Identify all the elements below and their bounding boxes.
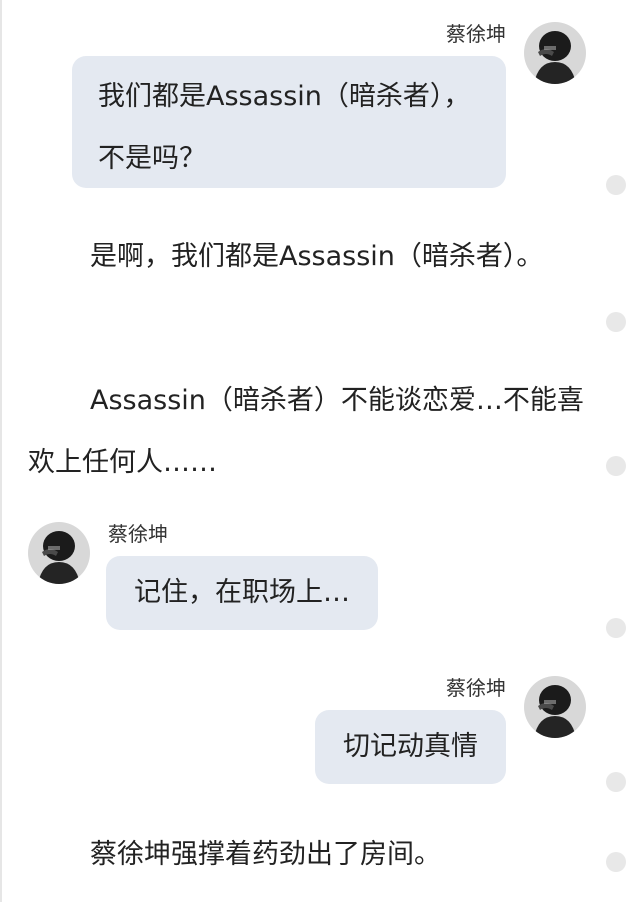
narration-block: 蔡徐坤强撑着药劲出了房间。 [28,824,588,886]
dark-portrait-icon [524,676,586,738]
avatar[interactable] [524,22,586,84]
sender-name: 蔡徐坤 [108,522,168,546]
sender-name: 蔡徐坤 [446,676,506,700]
side-marker-dot[interactable] [606,456,626,476]
side-marker-dot[interactable] [606,312,626,332]
avatar[interactable] [28,522,90,584]
narration-text: 蔡徐坤强撑着药劲出了房间。 [90,839,441,870]
chat-story-screen: 蔡徐坤 我们都是Assassin（暗杀者），不是吗？ 是啊，我们都是Assass… [0,0,640,902]
side-marker-dot[interactable] [606,175,626,195]
left-divider [0,0,2,902]
message-bubble: 我们都是Assassin（暗杀者），不是吗？ [72,56,506,188]
dark-portrait-icon [28,522,90,584]
side-marker-dot[interactable] [606,618,626,638]
message-text: 我们都是Assassin（暗杀者），不是吗？ [98,81,471,174]
side-marker-dot[interactable] [606,852,626,872]
dark-portrait-icon [524,22,586,84]
sender-name: 蔡徐坤 [446,22,506,46]
message-text: 切记动真情 [343,731,478,762]
side-marker-dot[interactable] [606,772,626,792]
avatar[interactable] [524,676,586,738]
narration-text: Assassin（暗杀者）不能谈恋爱…不能喜欢上任何人…… [28,385,584,478]
narration-block: Assassin（暗杀者）不能谈恋爱…不能喜欢上任何人…… [28,370,588,494]
message-bubble: 切记动真情 [315,710,506,784]
narration-block: 是啊，我们都是Assassin（暗杀者）。 [28,226,588,288]
message-bubble: 记住，在职场上… [106,556,378,630]
narration-text: 是啊，我们都是Assassin（暗杀者）。 [90,241,544,272]
message-text: 记住，在职场上… [134,577,350,608]
